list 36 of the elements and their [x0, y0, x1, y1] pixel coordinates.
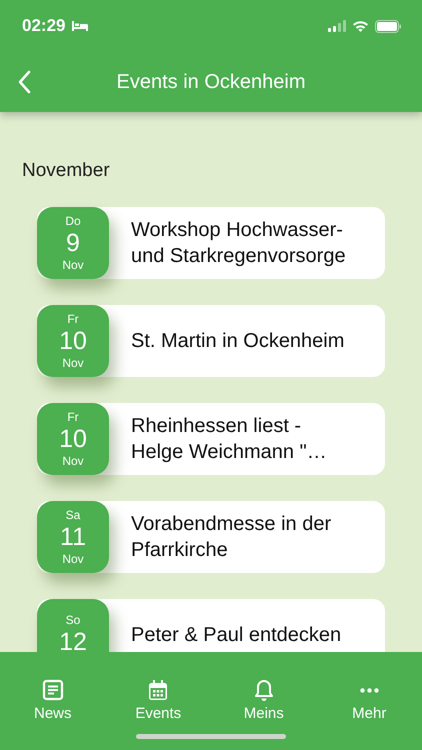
- weekday-label: So: [66, 613, 80, 627]
- event-title: Rheinhessen liest - Helge Weichmann "…: [130, 414, 328, 465]
- status-time: 02:29: [22, 16, 66, 36]
- day-number: 10: [59, 326, 87, 356]
- day-number: 10: [59, 424, 87, 454]
- day-number: 12: [59, 627, 87, 652]
- wifi-icon: [352, 20, 369, 32]
- bed-icon: [71, 20, 90, 32]
- weekday-label: Do: [65, 214, 81, 228]
- month-label: Nov: [62, 356, 84, 370]
- event-title: Vorabendmesse in der Pfarrkirche: [130, 512, 332, 563]
- weekday-label: Fr: [67, 410, 79, 424]
- month-label: Nov: [62, 258, 84, 272]
- bell-icon: [254, 679, 274, 701]
- day-number: 9: [66, 228, 80, 258]
- event-card[interactable]: Fr 10 Nov Rheinhessen liest - Helge Weichmann "…: [37, 403, 385, 475]
- month-label: Nov: [62, 454, 84, 468]
- event-title: Workshop Hochwasser- und Starkregenvorsorge: [130, 218, 347, 269]
- section-title: November: [22, 160, 111, 182]
- weekday-label: Fr: [67, 312, 79, 326]
- day-number: 11: [60, 522, 86, 552]
- back-icon[interactable]: [17, 70, 31, 94]
- document-icon: [42, 679, 64, 701]
- page-title: Events in Ockenheim: [116, 70, 306, 94]
- event-card[interactable]: Do 9 Nov Workshop Hochwasser- und Starkregenvorsorge: [37, 207, 385, 279]
- more-icon: [360, 688, 379, 692]
- event-title: St. Martin in Ockenheim: [130, 329, 346, 354]
- weekday-label: Sa: [66, 508, 80, 522]
- event-card[interactable]: Fr 10 Nov St. Martin in Ockenheim: [37, 305, 385, 377]
- event-card[interactable]: Sa 11 Nov Vorabendmesse in der Pfarrkirche: [37, 501, 385, 573]
- month-label: Nov: [62, 552, 84, 566]
- event-card[interactable]: So 12 Peter & Paul entdecken: [37, 599, 385, 652]
- signal-icon: [328, 20, 346, 32]
- battery-icon: [375, 20, 402, 32]
- calendar-icon: [147, 679, 170, 701]
- event-title: Peter & Paul entdecken: [130, 623, 342, 648]
